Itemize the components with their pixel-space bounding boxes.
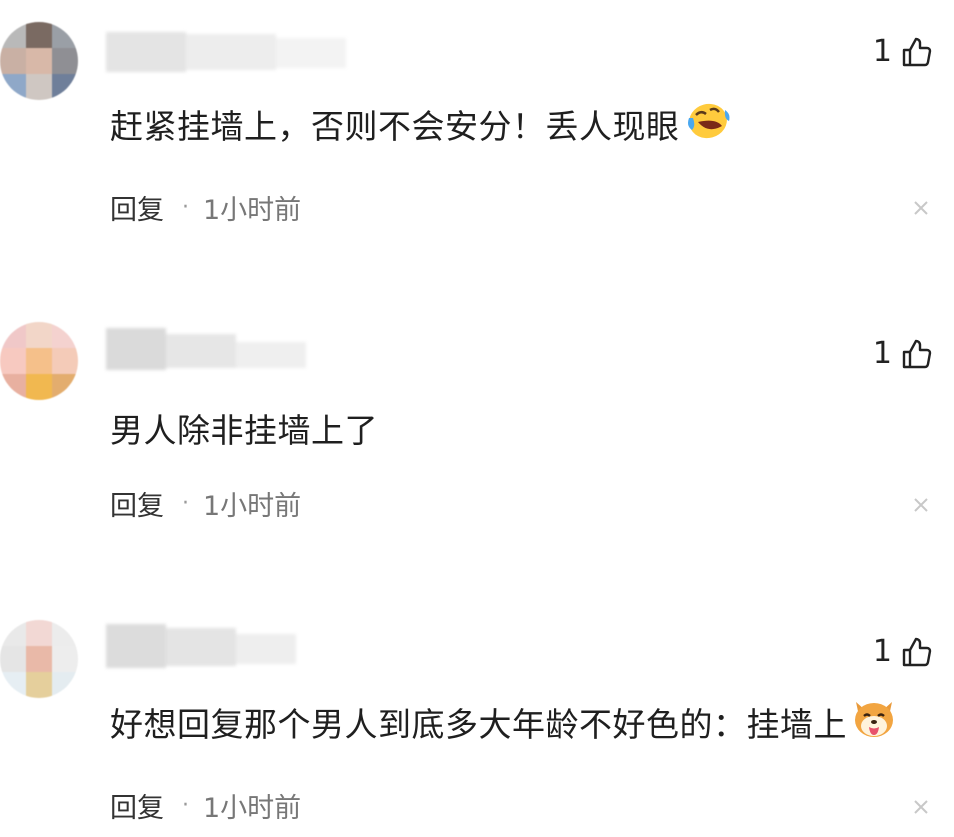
separator-dot: · (182, 195, 189, 220)
comment-text: 好想回复那个男人到底多大年龄不好色的：挂墙上 (110, 696, 897, 748)
close-icon[interactable] (912, 199, 930, 217)
like-count: 1 (872, 336, 892, 371)
thumbs-up-icon (900, 36, 932, 68)
avatar[interactable] (0, 620, 78, 698)
comment-meta: 回复 · 1小时前 (110, 188, 301, 227)
comment-item: 1 好想回复那个男人到底多大年龄不好色的：挂墙上 回复 · 1小时前 (0, 600, 954, 837)
laughing-crying-emoji (684, 100, 732, 148)
comment-meta: 回复 · 1小时前 (110, 484, 301, 523)
thumbs-up-icon (900, 338, 932, 370)
username-blurred[interactable] (106, 32, 346, 76)
thumbs-up-icon (900, 636, 932, 668)
comment-meta: 回复 · 1小时前 (110, 786, 301, 825)
close-icon[interactable] (912, 798, 930, 816)
like-button[interactable]: 1 (873, 634, 932, 669)
comment-item: 1 男人除非挂墙上了 回复 · 1小时前 (0, 300, 954, 560)
like-count: 1 (872, 34, 892, 69)
shiba-dog-emoji (851, 696, 897, 748)
separator-dot: · (182, 491, 189, 516)
username-blurred[interactable] (106, 328, 306, 372)
timestamp: 1小时前 (203, 491, 302, 522)
comment-item: 1 赶紧挂墙上，否则不会安分！丢人现眼 回复 · 1小时前 (0, 0, 954, 260)
like-button[interactable]: 1 (873, 34, 932, 69)
avatar[interactable] (0, 322, 78, 400)
comment-text: 男人除非挂墙上了 (110, 411, 378, 450)
avatar[interactable] (0, 22, 78, 100)
like-button[interactable]: 1 (873, 336, 932, 371)
like-count: 1 (872, 634, 892, 669)
timestamp: 1小时前 (203, 793, 302, 824)
reply-button[interactable]: 回复 (110, 484, 164, 523)
username-blurred[interactable] (106, 624, 296, 668)
reply-button[interactable]: 回复 (110, 786, 164, 825)
comment-text: 赶紧挂墙上，否则不会安分！丢人现眼 (110, 100, 732, 148)
separator-dot: · (182, 793, 189, 818)
timestamp: 1小时前 (203, 195, 302, 226)
reply-button[interactable]: 回复 (110, 188, 164, 227)
close-icon[interactable] (912, 496, 930, 514)
